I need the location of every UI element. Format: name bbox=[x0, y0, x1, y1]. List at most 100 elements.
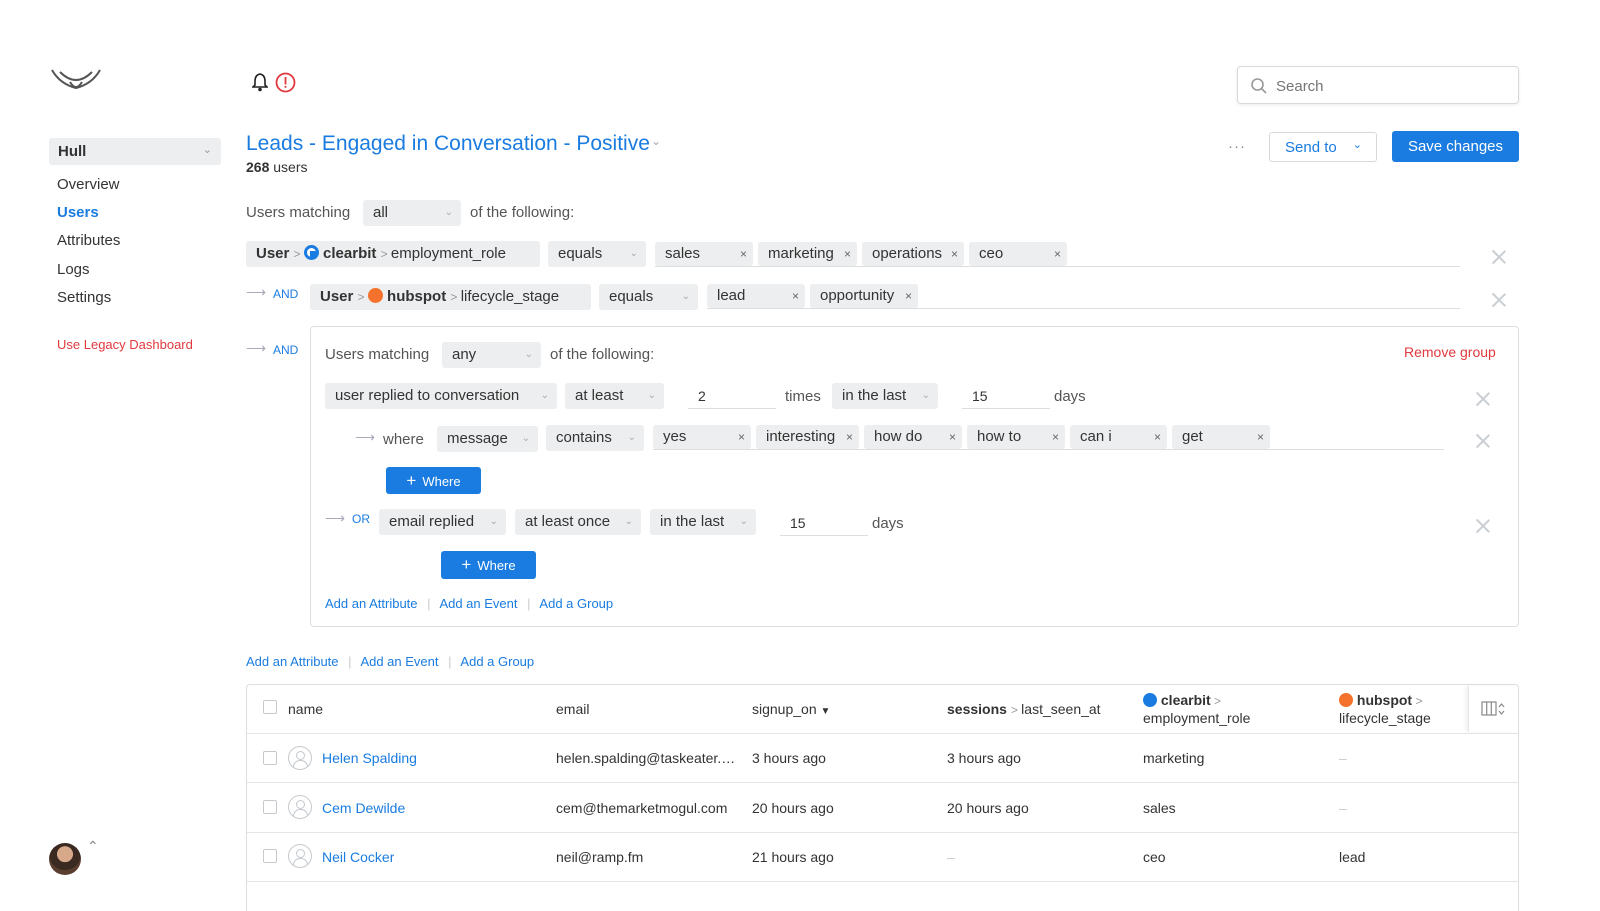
user-lifecycle-stage: lead bbox=[1339, 849, 1366, 865]
where-value-tag[interactable]: interesting × bbox=[756, 425, 859, 449]
rule2-operator-select[interactable]: equals ⌄ bbox=[599, 284, 698, 310]
remove-tag-icon[interactable]: × bbox=[905, 284, 912, 308]
group-add-attribute-link[interactable]: Add an Attribute bbox=[325, 596, 418, 611]
chevron-up-icon[interactable]: ⌃ bbox=[87, 838, 99, 855]
rule1-value-tag[interactable]: sales × bbox=[655, 242, 753, 266]
group-match-mode-select[interactable]: any ⌄ bbox=[442, 342, 541, 368]
hubspot-icon bbox=[367, 288, 383, 303]
segment-title[interactable]: Leads - Engaged in Conversation - Positi… bbox=[246, 132, 650, 156]
rule2-attribute-path[interactable]: User > hubspot > lifecycle_stage bbox=[310, 284, 591, 310]
title-chevron-icon[interactable]: ⌄ bbox=[651, 134, 661, 148]
users-table bbox=[246, 684, 1519, 911]
sidebar-item-attributes[interactable]: Attributes bbox=[57, 232, 120, 249]
remove-tag-icon[interactable]: × bbox=[1052, 425, 1059, 449]
event2-window-input[interactable]: 15 bbox=[780, 510, 868, 536]
row-checkbox[interactable] bbox=[263, 800, 277, 814]
sidebar-item-users[interactable]: Users bbox=[57, 204, 99, 221]
column-header-clearbit[interactable]: clearbit > employment_role bbox=[1143, 692, 1250, 727]
search-input[interactable] bbox=[1276, 75, 1506, 97]
event1-select[interactable]: user replied to conversation ⌄ bbox=[325, 383, 557, 409]
connector-arrow-icon: ⟶ bbox=[246, 340, 267, 356]
sidebar-item-logs[interactable]: Logs bbox=[57, 261, 90, 278]
where-value-tag[interactable]: how to × bbox=[967, 425, 1065, 449]
days-label: days bbox=[872, 515, 904, 532]
where-label: where bbox=[383, 431, 424, 448]
add-group-link[interactable]: Add a Group bbox=[460, 654, 534, 669]
column-header-email[interactable]: email bbox=[556, 701, 589, 717]
remove-tag-icon[interactable]: × bbox=[951, 242, 958, 266]
user-name-link[interactable]: Cem Dewilde bbox=[322, 800, 405, 816]
sidebar-item-settings[interactable]: Settings bbox=[57, 289, 111, 306]
add-links: Add an Attribute | Add an Event | Add a … bbox=[246, 654, 535, 669]
remove-event1-icon[interactable] bbox=[1474, 390, 1492, 408]
group-add-event-link[interactable]: Add an Event bbox=[439, 596, 517, 611]
add-attribute-link[interactable]: Add an Attribute bbox=[246, 654, 339, 669]
where-value-tag[interactable]: yes × bbox=[653, 425, 751, 449]
row-divider bbox=[247, 832, 1518, 833]
rule1-operator-select[interactable]: equals ⌄ bbox=[548, 241, 646, 267]
group-of-following-label: of the following: bbox=[550, 346, 655, 363]
search-box[interactable] bbox=[1237, 66, 1519, 104]
sidebar-item-overview[interactable]: Overview bbox=[57, 176, 120, 193]
add-event-link[interactable]: Add an Event bbox=[360, 654, 438, 669]
user-employment-role: ceo bbox=[1143, 849, 1166, 865]
rule2-value-tag[interactable]: lead × bbox=[707, 284, 805, 308]
user-name-link[interactable]: Helen Spalding bbox=[322, 750, 417, 766]
user-name-link[interactable]: Neil Cocker bbox=[322, 849, 394, 865]
event2-select[interactable]: email replied ⌄ bbox=[379, 509, 506, 535]
add-where-button[interactable]: + Where bbox=[441, 551, 536, 579]
user-last-seen: – bbox=[947, 849, 955, 865]
where-value-tag[interactable]: can i × bbox=[1070, 425, 1167, 449]
rule1-value-tag[interactable]: ceo × bbox=[969, 242, 1067, 266]
remove-tag-icon[interactable]: × bbox=[740, 242, 747, 266]
alert-icon[interactable] bbox=[275, 72, 296, 93]
column-header-last-seen[interactable]: sessions > last_seen_at bbox=[947, 701, 1101, 717]
column-header-hubspot[interactable]: hubspot > lifecycle_stage bbox=[1339, 692, 1431, 727]
remove-tag-icon[interactable]: × bbox=[949, 425, 956, 449]
user-count: 268 users bbox=[246, 159, 308, 175]
bell-icon[interactable] bbox=[252, 72, 268, 92]
save-changes-button[interactable]: Save changes bbox=[1392, 131, 1519, 162]
row-checkbox[interactable] bbox=[263, 849, 277, 863]
remove-tag-icon[interactable]: × bbox=[1154, 425, 1161, 449]
rule1-attribute-path[interactable]: User > clearbit > employment_role bbox=[246, 241, 540, 267]
match-mode-select[interactable]: all ⌄ bbox=[363, 200, 461, 226]
rule1-value-tag[interactable]: operations × bbox=[862, 242, 964, 266]
columns-toggle-icon[interactable] bbox=[1468, 686, 1518, 732]
more-options-icon[interactable]: ··· bbox=[1228, 138, 1246, 155]
org-selector[interactable]: Hull ⌄ bbox=[49, 138, 221, 165]
remove-rule2-icon[interactable] bbox=[1490, 291, 1508, 309]
where-field-select[interactable]: message ⌄ bbox=[437, 426, 538, 452]
send-to-button[interactable]: Send to ⌄ bbox=[1269, 132, 1377, 162]
remove-tag-icon[interactable]: × bbox=[738, 425, 745, 449]
event1-count-input[interactable]: 2 bbox=[688, 383, 776, 409]
remove-where-icon[interactable] bbox=[1474, 432, 1492, 450]
rule1-value-tag[interactable]: marketing × bbox=[758, 242, 857, 266]
legacy-dashboard-link[interactable]: Use Legacy Dashboard bbox=[57, 337, 193, 352]
remove-tag-icon[interactable]: × bbox=[1257, 425, 1264, 449]
event1-window-select[interactable]: in the last ⌄ bbox=[832, 383, 938, 409]
where-operator-select[interactable]: contains ⌄ bbox=[546, 425, 644, 451]
remove-tag-icon[interactable]: × bbox=[1054, 242, 1061, 266]
where-value-tag[interactable]: get × bbox=[1172, 425, 1270, 449]
select-all-checkbox[interactable] bbox=[263, 700, 277, 714]
column-header-name[interactable]: name bbox=[288, 701, 323, 717]
remove-tag-icon[interactable]: × bbox=[792, 284, 799, 308]
add-where-button[interactable]: + Where bbox=[386, 467, 481, 494]
row-divider bbox=[247, 782, 1518, 783]
event2-window-select[interactable]: in the last ⌄ bbox=[650, 509, 756, 535]
group-add-group-link[interactable]: Add a Group bbox=[539, 596, 613, 611]
remove-tag-icon[interactable]: × bbox=[844, 242, 851, 266]
remove-group-link[interactable]: Remove group bbox=[1404, 344, 1496, 360]
column-header-signup[interactable]: signup_on ▼ bbox=[752, 701, 830, 717]
remove-rule1-icon[interactable] bbox=[1490, 248, 1508, 266]
avatar[interactable] bbox=[49, 843, 81, 875]
row-checkbox[interactable] bbox=[263, 751, 277, 765]
remove-event2-icon[interactable] bbox=[1474, 517, 1492, 535]
event1-window-input[interactable]: 15 bbox=[962, 383, 1050, 409]
where-value-tag[interactable]: how do × bbox=[864, 425, 962, 449]
event1-frequency-select[interactable]: at least ⌄ bbox=[565, 383, 664, 409]
rule2-value-tag[interactable]: opportunity × bbox=[810, 284, 918, 308]
remove-tag-icon[interactable]: × bbox=[846, 425, 853, 449]
event2-frequency-select[interactable]: at least once ⌄ bbox=[515, 509, 641, 535]
